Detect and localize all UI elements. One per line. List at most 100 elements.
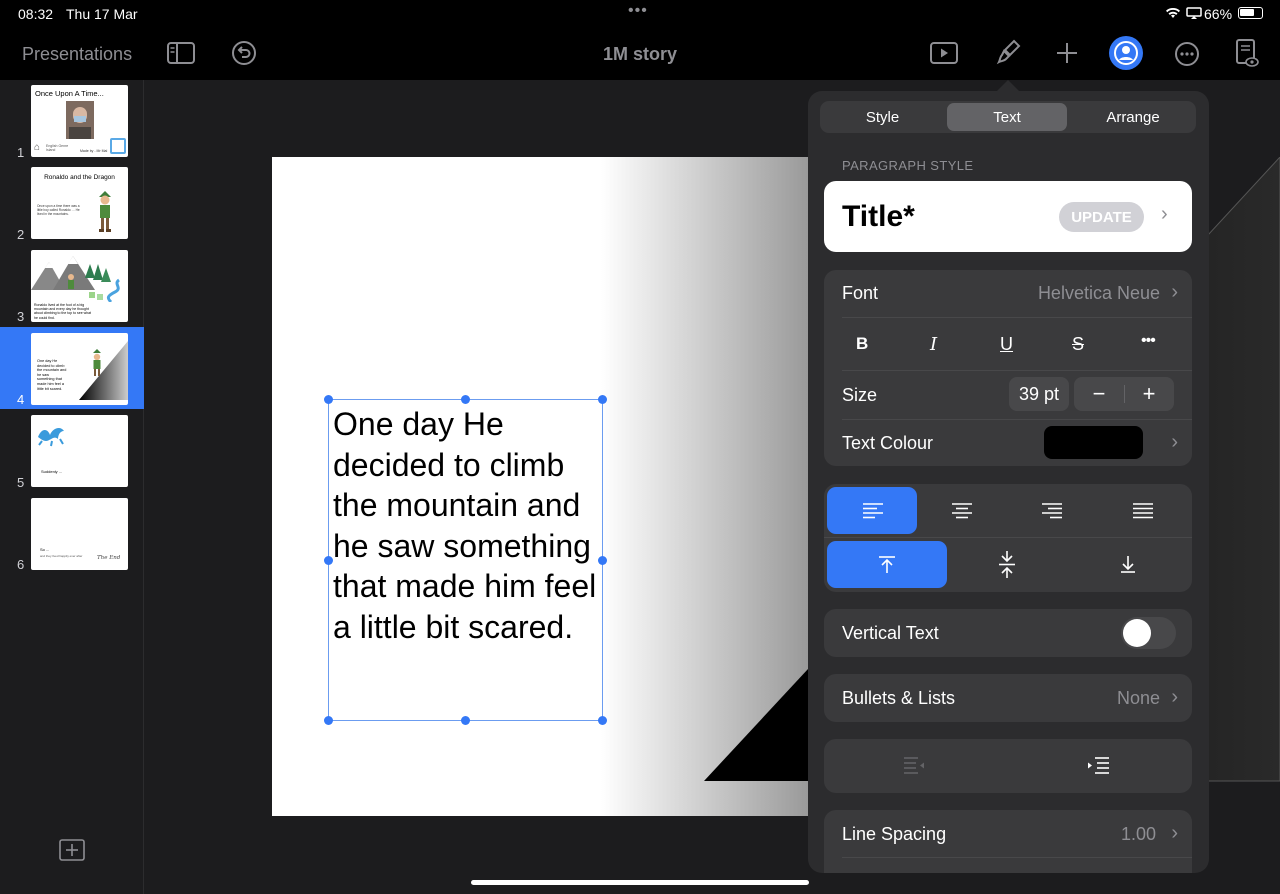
- size-label: Size: [842, 385, 878, 405]
- signature-text: The End: [97, 555, 121, 561]
- slide-footer-left: English Genre Island: [46, 144, 69, 152]
- slide-navigator: 1 Once Upon A Time... ⌂ English Genre Is…: [0, 80, 144, 894]
- tab-text[interactable]: Text: [947, 103, 1067, 131]
- vertical-align-middle-button[interactable]: [947, 541, 1067, 588]
- mountain-scene-image: [31, 256, 121, 302]
- resize-handle[interactable]: [598, 716, 607, 725]
- resize-handle[interactable]: [324, 716, 333, 725]
- slide-number: 2: [17, 227, 25, 242]
- slide-number: 5: [17, 475, 25, 490]
- document-title: 1M story: [602, 44, 678, 64]
- vertical-text-toggle[interactable]: [1121, 617, 1176, 649]
- text-colour-label: Text Colour: [842, 433, 934, 453]
- dragon-icon: [38, 428, 64, 447]
- paragraph-style-row[interactable]: Title* UPDATE ›: [824, 181, 1192, 252]
- slide-thumbnail-3[interactable]: Ronaldo lived at the foot of a big mount…: [31, 250, 128, 322]
- paragraph-style-heading: PARAGRAPH STYLE: [842, 158, 974, 173]
- line-spacing-row[interactable]: Line Spacing 1.00 ›: [824, 810, 1192, 873]
- slide-thumbnail-6[interactable]: So ... and they lived happily ever after…: [31, 498, 128, 570]
- presenter-notes-icon[interactable]: [1234, 38, 1260, 68]
- update-style-button[interactable]: UPDATE: [1059, 202, 1144, 232]
- sidebar-toggle-icon[interactable]: [167, 41, 195, 65]
- keynote-app: 08:32 Thu 17 Mar ••• 66% Presentations 1…: [0, 0, 1280, 894]
- text-colour-row[interactable]: Text Colour ›: [824, 420, 1192, 466]
- vertical-align-top-button[interactable]: [827, 541, 947, 588]
- font-settings-card: Font Helvetica Neue › B I U S ••• Size 3…: [824, 270, 1192, 466]
- slide-body: Ronaldo lived at the foot of a big mount…: [34, 303, 92, 320]
- slide-thumbnail-4[interactable]: One day He decided to climb the mountain…: [31, 333, 128, 405]
- align-center-button[interactable]: [917, 487, 1007, 534]
- slide-number: 6: [17, 557, 25, 572]
- size-stepper: − +: [1074, 377, 1174, 411]
- decrease-size-button[interactable]: −: [1074, 377, 1124, 411]
- undo-icon[interactable]: [231, 40, 257, 66]
- selected-text-box[interactable]: One day He decided to climb the mountain…: [328, 399, 603, 721]
- alignment-card: [824, 484, 1192, 592]
- status-time: 08:32: [18, 6, 54, 22]
- top-bar: 08:32 Thu 17 Mar ••• 66% Presentations 1…: [0, 0, 1280, 80]
- chevron-right-icon: ›: [1161, 203, 1168, 225]
- battery-percent: 66%: [1204, 6, 1233, 22]
- italic-button[interactable]: I: [930, 334, 937, 355]
- toggle-knob: [1123, 619, 1151, 647]
- slide-thumbnail-1[interactable]: Once Upon A Time... ⌂ English Genre Isla…: [31, 85, 128, 157]
- align-justify-button[interactable]: [1097, 487, 1189, 534]
- chevron-right-icon: ›: [1171, 822, 1178, 844]
- slide-footer-right: Made by - Mr Mal: [80, 149, 108, 153]
- status-date: Thu 17 Mar: [66, 6, 138, 22]
- tab-style[interactable]: Style: [820, 101, 945, 133]
- align-top-icon: [879, 556, 895, 573]
- play-icon[interactable]: [930, 41, 958, 65]
- decrease-indent-icon[interactable]: [902, 754, 928, 778]
- format-tabs: Style Text Arrange: [820, 101, 1196, 133]
- more-text-options-button[interactable]: •••: [1141, 332, 1156, 350]
- size-value-field[interactable]: 39 pt: [1009, 377, 1069, 411]
- font-row[interactable]: Font Helvetica Neue ›: [824, 270, 1192, 317]
- bullets-label: Bullets & Lists: [842, 688, 956, 708]
- slide-body: So ...: [40, 547, 50, 552]
- screen-mirror-icon: [1186, 7, 1202, 19]
- increase-indent-icon[interactable]: [1085, 754, 1111, 778]
- collaborate-icon[interactable]: [1109, 36, 1143, 70]
- slide-thumbnail-2[interactable]: Ronaldo and the Dragon Once upon a time …: [31, 167, 128, 239]
- resize-handle[interactable]: [461, 395, 470, 404]
- vertical-align-bottom-button[interactable]: [1067, 541, 1189, 588]
- text-style-buttons: B I U S •••: [824, 318, 1192, 370]
- resize-handle[interactable]: [324, 556, 333, 565]
- underline-button[interactable]: U: [1000, 334, 1013, 355]
- wifi-icon: [1166, 7, 1180, 18]
- vertical-text-label: Vertical Text: [842, 623, 939, 643]
- presentations-back-button[interactable]: Presentations: [22, 44, 132, 65]
- resize-handle[interactable]: [324, 395, 333, 404]
- tab-arrange[interactable]: Arrange: [1070, 101, 1196, 133]
- bullets-value: None: [1116, 688, 1160, 708]
- indent-card: [824, 739, 1192, 793]
- format-brush-icon[interactable]: [994, 38, 1022, 68]
- more-options-icon[interactable]: [1174, 41, 1200, 67]
- increase-size-button[interactable]: +: [1124, 377, 1174, 411]
- resize-handle[interactable]: [598, 395, 607, 404]
- add-slide-icon[interactable]: [59, 839, 85, 861]
- slide-number: 3: [17, 309, 25, 324]
- add-icon[interactable]: [1055, 41, 1079, 65]
- slide-subtext: and they lived happily ever after: [40, 554, 83, 558]
- strikethrough-button[interactable]: S: [1072, 334, 1084, 355]
- bold-button[interactable]: B: [856, 334, 868, 354]
- resize-handle[interactable]: [461, 716, 470, 725]
- text-colour-swatch[interactable]: [1044, 426, 1143, 459]
- vertical-text-row: Vertical Text: [824, 609, 1192, 657]
- multitask-dots-icon[interactable]: •••: [628, 2, 648, 20]
- resize-handle[interactable]: [598, 556, 607, 565]
- slide-body: Once upon a time there was a little boy …: [37, 204, 80, 216]
- divider: [842, 857, 1192, 858]
- slide-frame-icon: [110, 138, 126, 154]
- bullets-lists-row[interactable]: Bullets & Lists None ›: [824, 674, 1192, 722]
- slide-number: 4: [17, 392, 25, 407]
- align-left-button[interactable]: [827, 487, 917, 534]
- slide-body-text[interactable]: One day He decided to climb the mountain…: [333, 404, 603, 647]
- paragraph-style-name: Title*: [842, 200, 915, 233]
- slide-thumbnail-5[interactable]: Suddenly ...: [31, 415, 128, 487]
- align-right-button[interactable]: [1007, 487, 1097, 534]
- align-left-icon: [863, 503, 883, 519]
- home-indicator[interactable]: [471, 880, 809, 885]
